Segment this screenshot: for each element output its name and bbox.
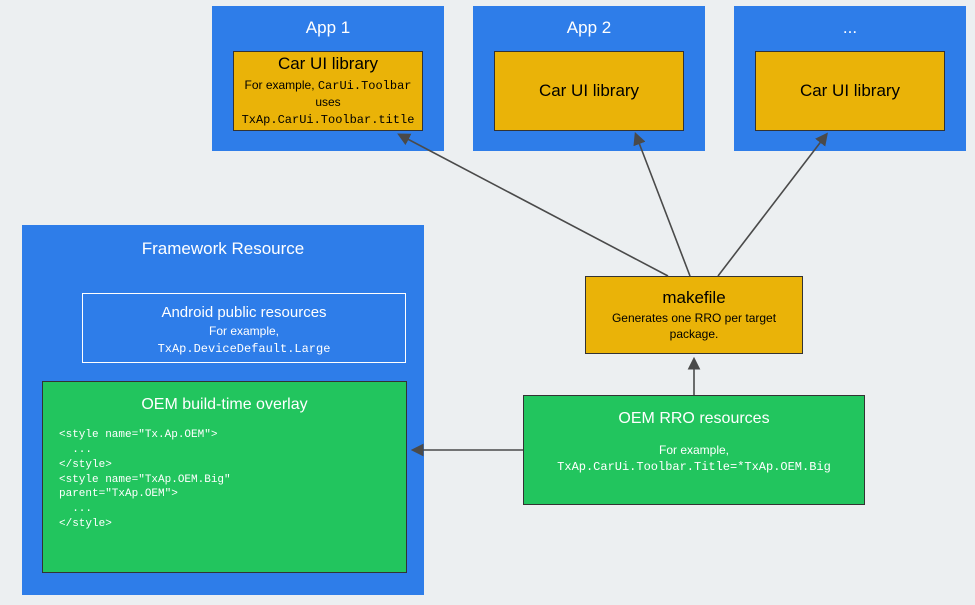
app-3-box: ... Car UI library bbox=[734, 6, 966, 151]
app-2-box: App 2 Car UI library bbox=[473, 6, 705, 151]
oem-overlay-code: <style name="Tx.Ap.OEM"> ... </style> <s… bbox=[59, 428, 390, 532]
arrow-makefile-to-app3 bbox=[718, 135, 826, 276]
arrow-makefile-to-app2 bbox=[636, 135, 690, 276]
makefile-title: makefile bbox=[586, 288, 802, 308]
arrow-makefile-to-app1 bbox=[400, 135, 668, 276]
car-ui-library-1: Car UI library For example, CarUi.Toolba… bbox=[233, 51, 423, 131]
public-resources-box: Android public resources For example, Tx… bbox=[82, 293, 406, 363]
app-1-box: App 1 Car UI library For example, CarUi.… bbox=[212, 6, 444, 151]
oem-overlay-box: OEM build-time overlay <style name="Tx.A… bbox=[42, 381, 407, 573]
framework-title: Framework Resource bbox=[22, 239, 424, 259]
car-ui-library-3-title: Car UI library bbox=[756, 81, 944, 101]
app-3-title: ... bbox=[734, 18, 966, 38]
oem-rro-box: OEM RRO resources For example, TxAp.CarU… bbox=[523, 395, 865, 505]
public-resources-title: Android public resources bbox=[83, 304, 405, 321]
car-ui-library-2-title: Car UI library bbox=[495, 81, 683, 101]
car-ui-library-2: Car UI library bbox=[494, 51, 684, 131]
oem-rro-sub: For example, TxAp.CarUi.Toolbar.Title=*T… bbox=[524, 442, 864, 476]
framework-resource-box: Framework Resource Android public resour… bbox=[22, 225, 424, 595]
makefile-sub: Generates one RRO per target package. bbox=[586, 310, 802, 342]
car-ui-library-1-title: Car UI library bbox=[234, 54, 422, 74]
makefile-box: makefile Generates one RRO per target pa… bbox=[585, 276, 803, 354]
app-1-title: App 1 bbox=[212, 18, 444, 38]
app-2-title: App 2 bbox=[473, 18, 705, 38]
car-ui-library-3: Car UI library bbox=[755, 51, 945, 131]
oem-rro-title: OEM RRO resources bbox=[524, 410, 864, 428]
car-ui-library-1-sub: For example, CarUi.Toolbar uses TxAp.Car… bbox=[234, 77, 422, 128]
public-resources-sub: For example, TxAp.DeviceDefault.Large bbox=[83, 323, 405, 358]
oem-overlay-title: OEM build-time overlay bbox=[59, 396, 390, 414]
